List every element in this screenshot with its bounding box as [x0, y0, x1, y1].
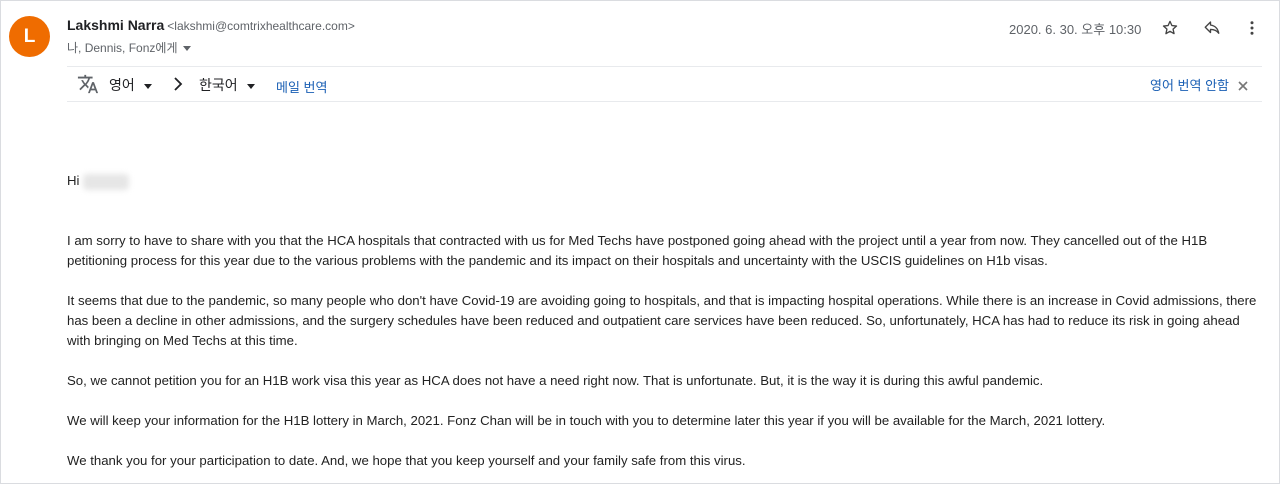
- sender-line: Lakshmi Narra <lakshmi@comtrixhealthcare.…: [67, 17, 355, 33]
- reply-icon[interactable]: [1201, 17, 1223, 39]
- target-language-label: 한국어: [199, 77, 238, 93]
- body-paragraph: We will keep your information for the H1…: [67, 413, 1106, 428]
- sender-email: <lakshmi@comtrixhealthcare.com>: [167, 19, 355, 33]
- chevron-right-icon: [171, 76, 185, 92]
- more-vert-icon[interactable]: [1241, 17, 1263, 39]
- redacted-name: [83, 173, 130, 190]
- body-paragraph: I am sorry to have to share with you tha…: [67, 233, 1208, 268]
- source-language-label: 영어: [109, 77, 135, 93]
- star-icon[interactable]: [1159, 17, 1181, 39]
- body-paragraph: So, we cannot petition you for an H1B wo…: [67, 373, 1044, 388]
- email-body: Hi I am sorry to have to share with you …: [67, 171, 1262, 491]
- target-language-select[interactable]: 한국어: [199, 75, 255, 95]
- sender-avatar[interactable]: L: [9, 16, 50, 57]
- body-paragraph: It seems that due to the pandemic, so ma…: [67, 293, 1257, 348]
- recipients-line[interactable]: 나, Dennis, Fonz에게: [67, 39, 191, 56]
- source-language-select[interactable]: 영어: [109, 75, 152, 95]
- recipients-text: 나, Dennis, Fonz에게: [67, 41, 178, 55]
- greeting-line: Hi: [67, 171, 1262, 191]
- body-paragraph: We thank you for your participation to d…: [67, 453, 746, 468]
- dont-translate-link[interactable]: 영어 번역 안함: [1150, 75, 1229, 94]
- translate-message-link[interactable]: 메일 번역: [276, 77, 327, 96]
- chevron-down-icon: [143, 83, 152, 89]
- chevron-down-icon: [246, 83, 255, 89]
- translate-bar: 영어 한국어 메일 번역 영어 번역 안함: [67, 66, 1262, 102]
- sender-name[interactable]: Lakshmi Narra: [67, 17, 164, 33]
- show-details-chevron-down-icon[interactable]: [182, 46, 191, 52]
- close-icon[interactable]: [1238, 78, 1248, 91]
- greeting-text: Hi: [67, 173, 80, 188]
- translate-icon: [77, 73, 99, 95]
- email-date: 2020. 6. 30. 오후 10:30: [1009, 22, 1142, 37]
